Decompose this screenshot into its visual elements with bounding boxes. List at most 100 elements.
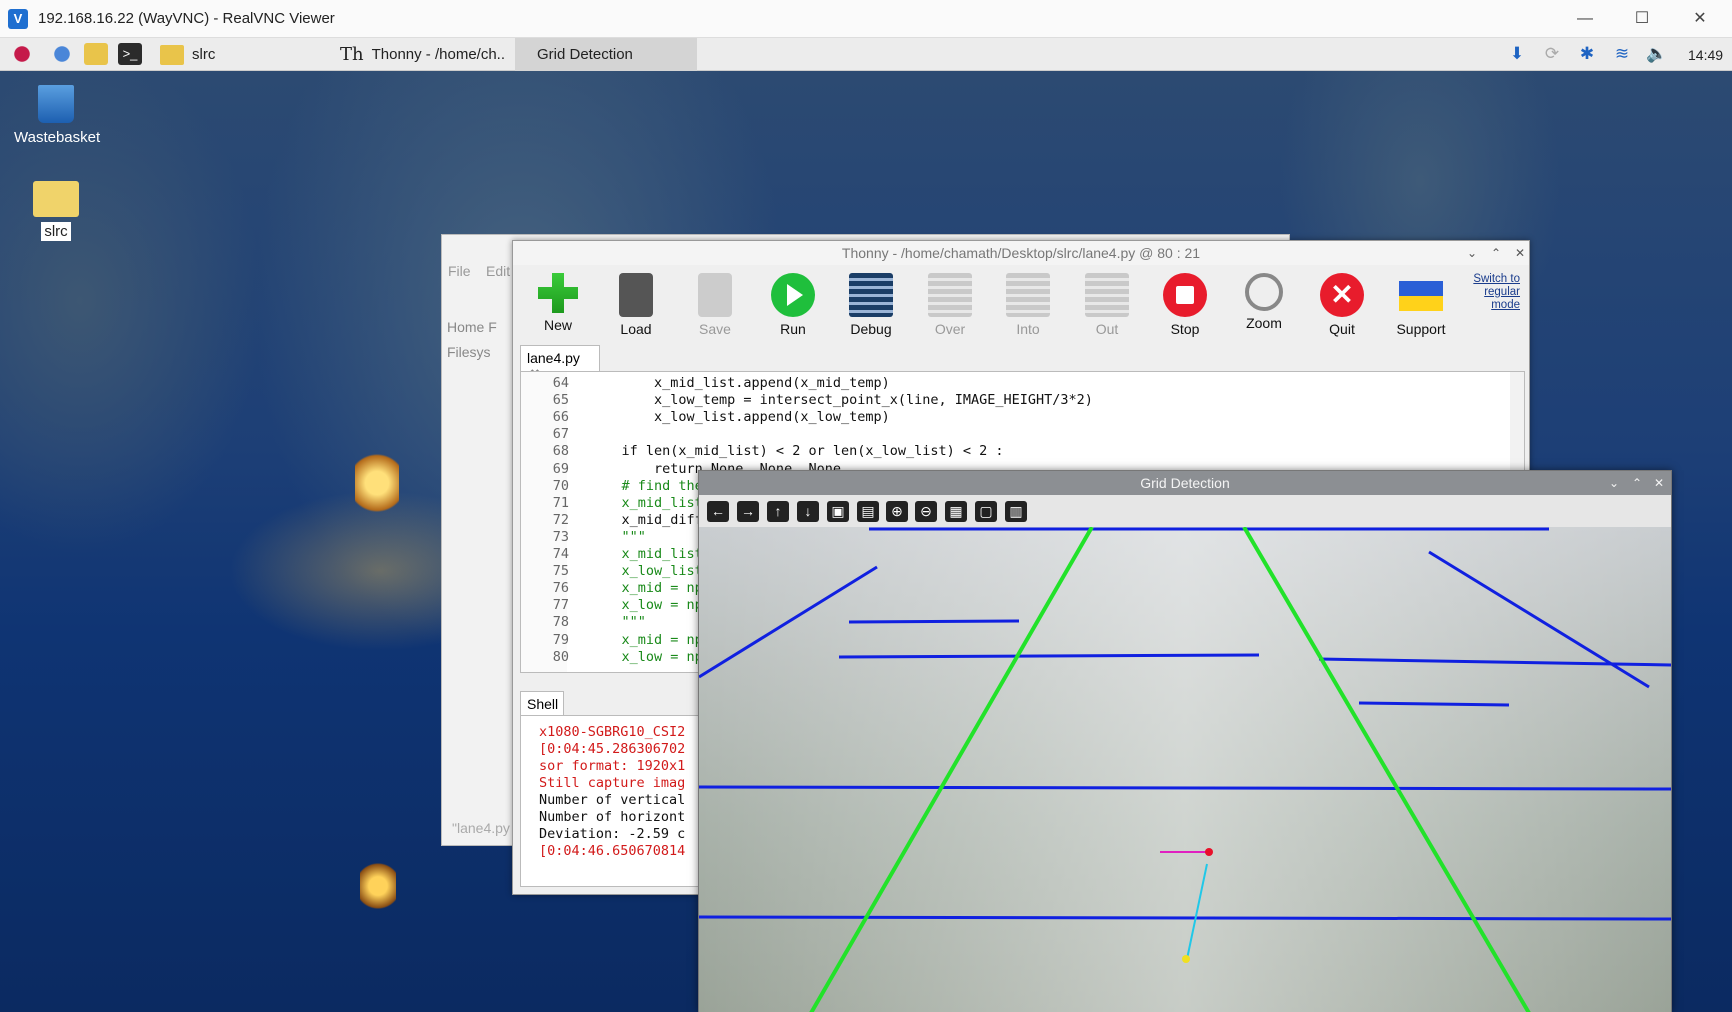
folder-icon xyxy=(33,181,79,217)
load-button[interactable]: Load xyxy=(601,273,671,337)
download-icon[interactable]: ⬇ xyxy=(1505,43,1529,65)
close-button[interactable]: ✕ xyxy=(1670,0,1730,38)
down-arrow-icon[interactable]: ↓ xyxy=(797,501,819,522)
code-line: x_low = np xyxy=(589,648,703,665)
shell-line: x1080-SGBRG10_CSI2 xyxy=(539,724,686,740)
step-over-button[interactable]: Over xyxy=(915,273,985,337)
maximize-button[interactable]: ☐ xyxy=(1612,0,1672,38)
code-line: x_low_temp = intersect_point_x(line, IMA… xyxy=(589,392,1093,409)
green-lane-line-right xyxy=(1242,525,1531,1012)
step-into-button[interactable]: Into xyxy=(993,273,1063,337)
code-line: x_low_list xyxy=(589,563,703,580)
taskbar-item-grid-detection[interactable]: Grid Detection xyxy=(515,38,697,71)
step-into-icon xyxy=(1006,273,1050,317)
code-line: x_mid = np xyxy=(589,580,703,597)
close-button[interactable]: ✕ xyxy=(1515,241,1525,265)
menu-file[interactable]: File xyxy=(448,263,471,279)
line-number: 74 xyxy=(552,546,569,562)
bluetooth-icon[interactable]: ✱ xyxy=(1575,43,1599,65)
up-arrow-icon[interactable]: ↑ xyxy=(767,501,789,522)
minimize-button[interactable]: ⌄ xyxy=(1467,241,1477,265)
raspberry-menu-icon[interactable] xyxy=(10,43,34,65)
new-label: New xyxy=(543,317,572,333)
taskbar-item-label: Thonny - /home/ch.. xyxy=(371,46,506,63)
zoom-label: Zoom xyxy=(1246,315,1282,331)
run-button[interactable]: Run xyxy=(758,273,828,337)
step-over-icon xyxy=(928,273,972,317)
code-line: x_mid_diff xyxy=(589,511,703,528)
forward-arrow-icon[interactable]: → xyxy=(737,501,759,522)
maximize-button[interactable]: ⌃ xyxy=(1491,241,1501,265)
sidebar-item-home[interactable]: Home F xyxy=(447,319,497,335)
tab-label: lane4.py xyxy=(527,350,580,366)
shell-line: Deviation: -2.59 c xyxy=(539,826,686,842)
taskbar-item-slrc[interactable]: slrc xyxy=(160,42,215,67)
support-button[interactable]: Support xyxy=(1386,273,1456,337)
zoom-icon xyxy=(1245,273,1283,311)
grid-detection-window: Grid Detection ⌄ ⌃ ✕ ← → ↑ ↓ ▣ ▤ ⊕ ⊖ ▦ ▢… xyxy=(698,470,1672,1012)
debug-label: Debug xyxy=(850,321,892,337)
original-size-icon[interactable]: ▤ xyxy=(857,501,879,522)
detection-overlay xyxy=(698,525,1672,1012)
over-label: Over xyxy=(934,321,966,337)
sidebar-item-filesystem[interactable]: Filesys xyxy=(447,344,491,360)
browser-icon[interactable] xyxy=(50,43,74,65)
wifi-icon[interactable]: ≋ xyxy=(1610,43,1634,65)
taskbar: >_ slrc Th Thonny - /home/ch.. Grid Dete… xyxy=(0,38,1732,71)
line-number: 69 xyxy=(552,460,569,477)
realvnc-logo-icon: V xyxy=(8,8,28,29)
file-manager-icon[interactable] xyxy=(84,43,108,65)
switch-mode-line: Switch to xyxy=(1473,273,1520,285)
minimize-button[interactable]: ⌄ xyxy=(1609,471,1619,495)
step-out-button[interactable]: Out xyxy=(1072,273,1142,337)
wastebasket-label: Wastebasket xyxy=(14,129,101,146)
stop-button[interactable]: Stop xyxy=(1150,273,1220,337)
clock: 14:49 xyxy=(1688,46,1724,63)
save-label: Save xyxy=(699,321,731,337)
save-button[interactable]: Save xyxy=(680,273,750,337)
trash-icon xyxy=(38,85,74,123)
code-line: # find the xyxy=(589,477,703,494)
code-line: x_mid_list.append(x_mid_temp) xyxy=(589,375,890,391)
load-label: Load xyxy=(620,321,652,337)
switch-mode-link[interactable]: Switch to regular mode xyxy=(1468,273,1520,312)
shell-line: sor format: 1920x1 xyxy=(539,758,686,774)
new-button[interactable]: New xyxy=(523,273,593,333)
menu-edit[interactable]: Edit xyxy=(486,263,510,279)
shell-line: Number of horizont xyxy=(539,809,686,825)
save-image-icon[interactable]: ▦ xyxy=(945,501,967,522)
zoom-button[interactable]: Zoom xyxy=(1229,273,1299,331)
sync-icon[interactable]: ⟳ xyxy=(1540,43,1564,65)
shell-line: Still capture imag xyxy=(539,775,686,791)
zoom-out-icon[interactable]: ⊖ xyxy=(915,501,937,522)
maximize-button[interactable]: ⌃ xyxy=(1632,471,1642,495)
debug-button[interactable]: Debug xyxy=(836,273,906,337)
quit-button[interactable]: ✕ Quit xyxy=(1307,273,1377,337)
slrc-folder-icon[interactable]: slrc xyxy=(30,181,82,241)
tab-lane4[interactable]: lane4.py ✖ xyxy=(520,345,600,382)
wastebasket-icon[interactable]: Wastebasket xyxy=(14,85,101,146)
tab-shell[interactable]: Shell xyxy=(520,691,564,716)
line-number: 68 xyxy=(552,443,569,460)
fit-image-icon[interactable]: ▣ xyxy=(827,501,849,522)
line-number: 79 xyxy=(552,631,569,648)
code-line: """ xyxy=(589,528,646,545)
terminal-icon[interactable]: >_ xyxy=(118,43,142,65)
camera-view[interactable] xyxy=(698,525,1672,1012)
line-number: 66 xyxy=(552,409,569,426)
zoom-in-icon[interactable]: ⊕ xyxy=(886,501,908,522)
back-arrow-icon[interactable]: ← xyxy=(707,501,729,522)
load-icon xyxy=(619,273,653,317)
blue-grid-line xyxy=(838,653,1260,659)
close-button[interactable]: ✕ xyxy=(1654,471,1664,495)
code-line: x_mid = np xyxy=(589,631,703,648)
minimize-button[interactable]: — xyxy=(1555,0,1615,38)
line-number: 72 xyxy=(552,511,569,528)
blue-grid-line xyxy=(848,619,1020,624)
taskbar-item-thonny[interactable]: Th Thonny - /home/ch.. xyxy=(340,42,505,67)
volume-icon[interactable]: 🔈 xyxy=(1645,43,1669,65)
line-number: 64 xyxy=(552,375,569,391)
copy-image-icon[interactable]: ▢ xyxy=(975,501,997,522)
quit-label: Quit xyxy=(1329,321,1355,337)
properties-icon[interactable]: ▥ xyxy=(1005,501,1027,522)
